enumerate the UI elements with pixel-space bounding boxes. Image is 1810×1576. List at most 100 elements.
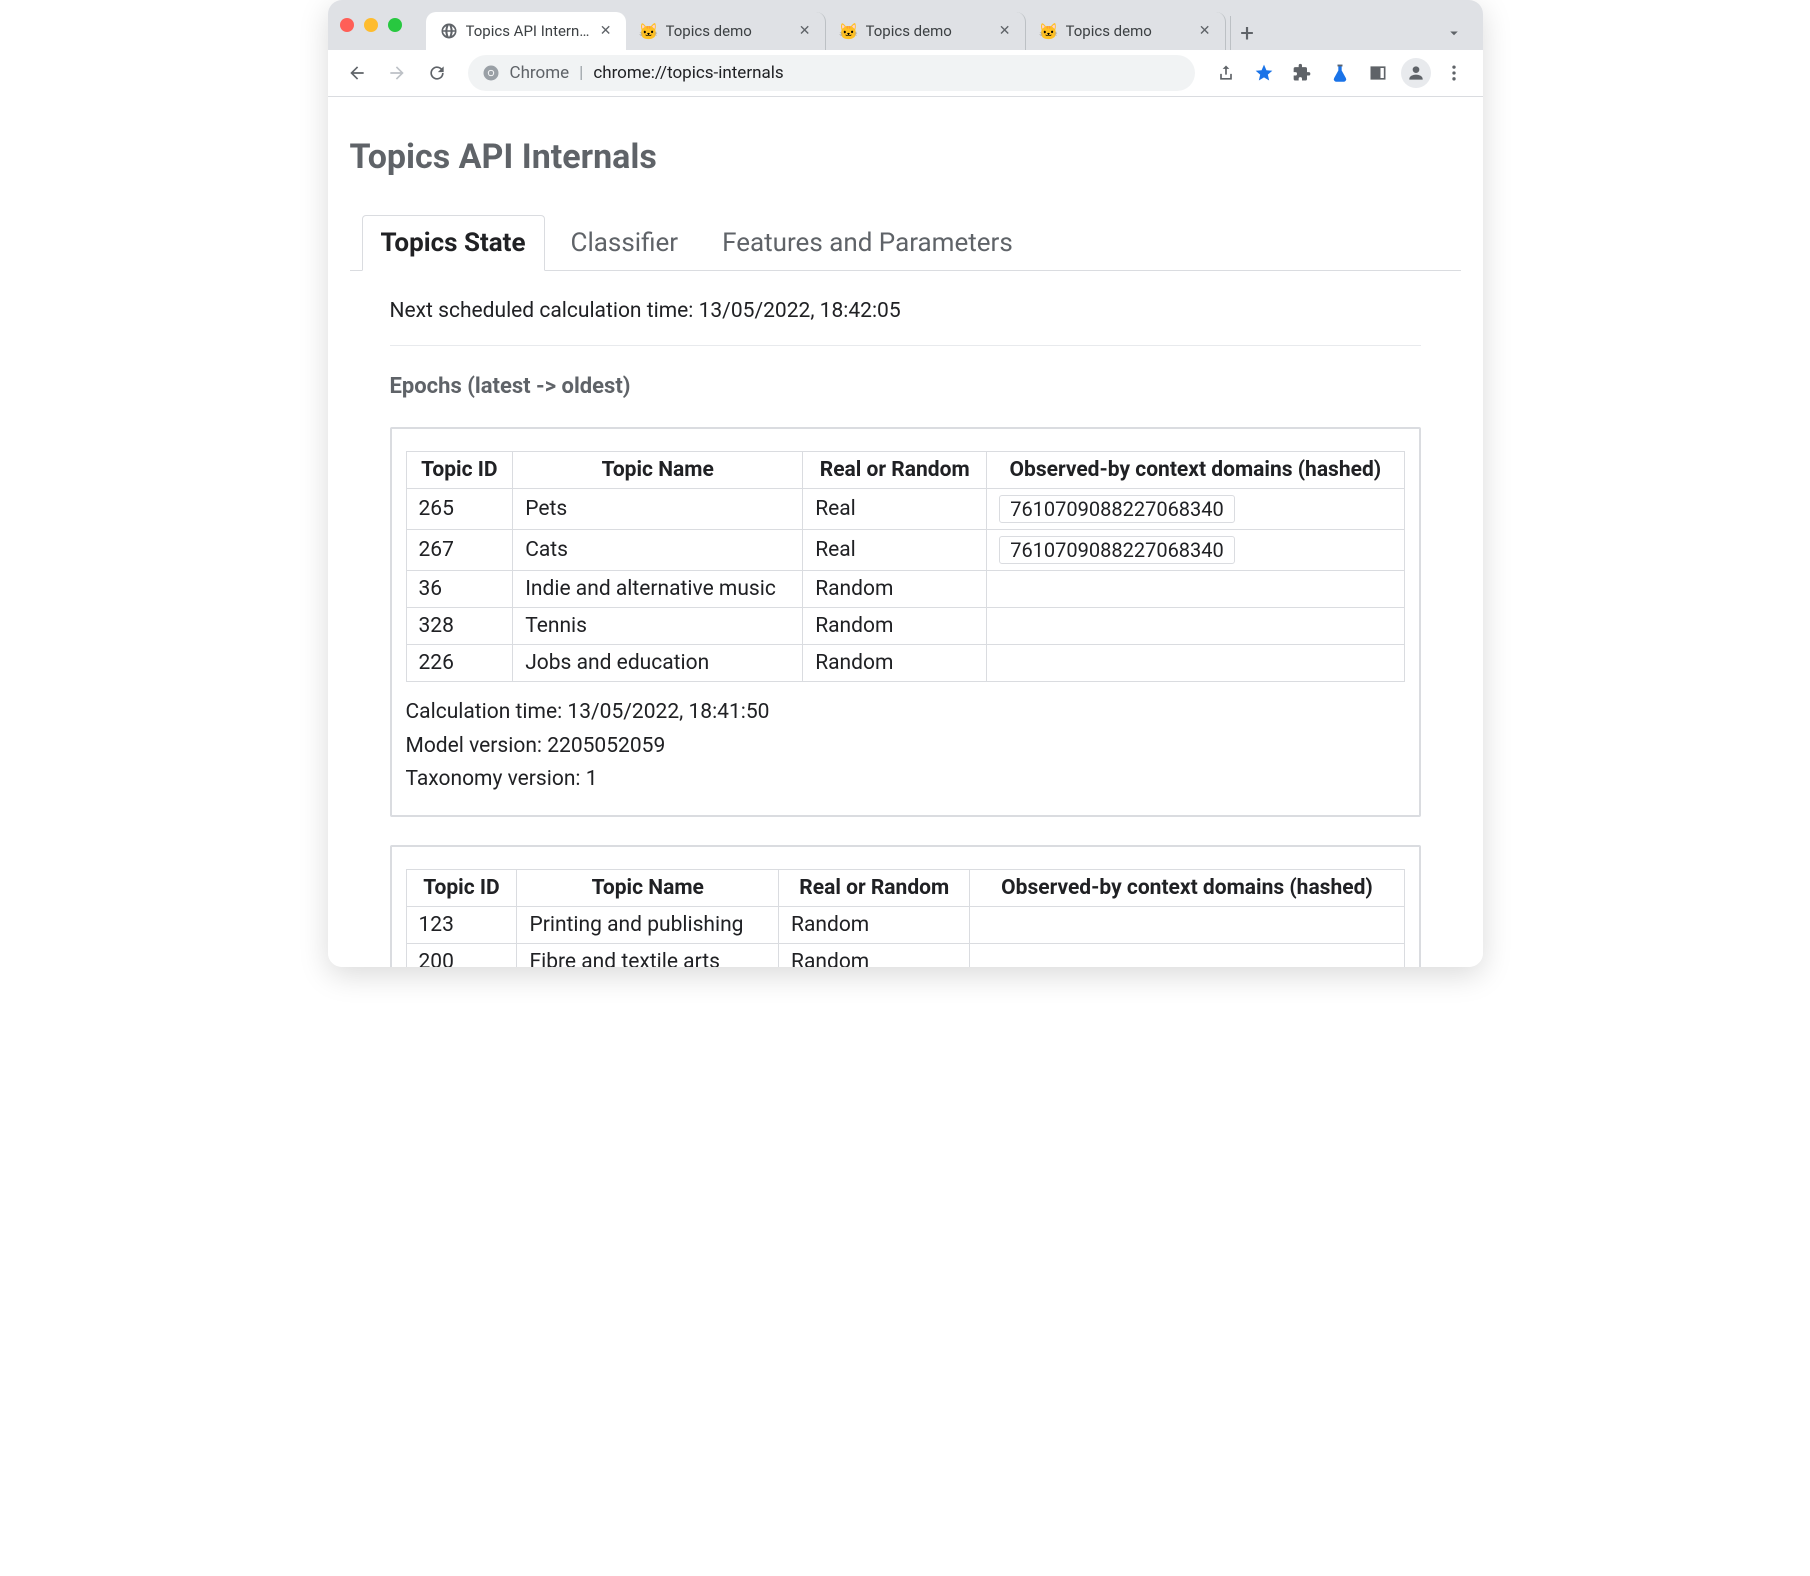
cell-topic-name: Pets [513,489,803,530]
address-prefix: Chrome [510,63,570,83]
taxonomy-version-value: 1 [586,767,598,791]
cell-topic-name: Jobs and education [513,645,803,682]
cat-icon: 🐱 [640,22,658,40]
cell-hash [987,608,1404,645]
address-url: chrome://topics-internals [593,63,783,83]
divider [390,345,1421,346]
tab-classifier[interactable]: Classifier [553,216,697,270]
table-row: 200 Fibre and textile arts Random [406,943,1404,967]
cell-topic-id: 226 [406,645,513,682]
col-real-random: Real or Random [803,452,987,489]
table-header-row: Topic ID Topic Name Real or Random Obser… [406,869,1404,906]
col-topic-id: Topic ID [406,452,513,489]
reload-button[interactable] [420,56,454,90]
bookmark-button[interactable] [1247,56,1281,90]
tab-title: Topics API Internals [466,22,592,40]
epoch-table: Topic ID Topic Name Real or Random Obser… [406,451,1405,682]
page-title: Topics API Internals [350,137,1461,177]
table-row: 226 Jobs and education Random [406,645,1404,682]
toolbar: Chrome | chrome://topics-internals [328,50,1483,97]
cell-hash: 7610709088227068340 [987,489,1404,530]
extensions-button[interactable] [1285,56,1319,90]
cell-hash [970,943,1404,967]
epoch-box: Topic ID Topic Name Real or Random Obser… [390,427,1421,817]
browser-tab[interactable]: 🐱 Topics demo ✕ [1026,12,1226,50]
cell-topic-name: Cats [513,530,803,571]
col-topic-name: Topic Name [513,452,803,489]
titlebar: Topics API Internals ✕ 🐱 Topics demo ✕ 🐱… [328,0,1483,50]
cell-topic-name: Tennis [513,608,803,645]
browser-window: Topics API Internals ✕ 🐱 Topics demo ✕ 🐱… [328,0,1483,967]
cat-icon: 🐱 [840,22,858,40]
cell-topic-id: 200 [406,943,517,967]
next-calc-value: 13/05/2022, 18:42:05 [699,299,901,323]
browser-tab[interactable]: 🐱 Topics demo ✕ [826,12,1026,50]
cell-real-random: Random [779,943,970,967]
close-tab-icon[interactable]: ✕ [600,23,612,39]
col-topic-name: Topic Name [517,869,779,906]
cell-topic-id: 267 [406,530,513,571]
table-row: 265 Pets Real 7610709088227068340 [406,489,1404,530]
tab-title: Topics demo [666,22,791,40]
share-button[interactable] [1209,56,1243,90]
col-topic-id: Topic ID [406,869,517,906]
toolbar-actions [1209,56,1471,90]
epoch-box: Topic ID Topic Name Real or Random Obser… [390,845,1421,967]
close-tab-icon[interactable]: ✕ [799,23,811,39]
cell-real-random: Random [779,906,970,943]
epoch-table: Topic ID Topic Name Real or Random Obser… [406,869,1405,967]
avatar-icon [1401,58,1431,88]
address-bar[interactable]: Chrome | chrome://topics-internals [468,55,1195,91]
tab-features-parameters[interactable]: Features and Parameters [704,216,1031,270]
cell-topic-name: Indie and alternative music [513,571,803,608]
col-observed-hash: Observed-by context domains (hashed) [970,869,1404,906]
cell-topic-name: Printing and publishing [517,906,779,943]
model-version-value: 2205052059 [547,734,665,758]
cell-real-random: Real [803,530,987,571]
epoch-meta: Calculation time: 13/05/2022, 18:41:50 M… [406,696,1405,797]
minimize-window-button[interactable] [364,18,378,32]
window-controls [340,18,402,32]
close-window-button[interactable] [340,18,354,32]
cell-real-random: Random [803,645,987,682]
table-row: 36 Indie and alternative music Random [406,571,1404,608]
browser-tab-active[interactable]: Topics API Internals ✕ [426,12,626,50]
tab-panel-topics-state: Next scheduled calculation time: 13/05/2… [350,271,1461,967]
cat-icon: 🐱 [1040,22,1058,40]
profile-button[interactable] [1399,56,1433,90]
cell-topic-id: 265 [406,489,513,530]
close-tab-icon[interactable]: ✕ [1199,23,1211,39]
cell-hash: 7610709088227068340 [987,530,1404,571]
model-version-label: Model version: [406,734,548,758]
page-content: Topics API Internals Topics State Classi… [328,97,1483,967]
next-calc-label: Next scheduled calculation time: [390,299,699,323]
hash-chip: 7610709088227068340 [999,536,1235,564]
browser-tab[interactable]: 🐱 Topics demo ✕ [626,12,826,50]
address-separator: | [579,63,583,83]
side-panel-button[interactable] [1361,56,1395,90]
col-real-random: Real or Random [779,869,970,906]
back-button[interactable] [340,56,374,90]
close-tab-icon[interactable]: ✕ [999,23,1011,39]
hash-chip: 7610709088227068340 [999,495,1235,523]
cell-topic-id: 36 [406,571,513,608]
taxonomy-version-label: Taxonomy version: [406,767,586,791]
labs-button[interactable] [1323,56,1357,90]
cell-hash [987,571,1404,608]
table-row: 267 Cats Real 7610709088227068340 [406,530,1404,571]
new-tab-button[interactable]: + [1230,16,1264,50]
maximize-window-button[interactable] [388,18,402,32]
cell-hash [987,645,1404,682]
tab-topics-state[interactable]: Topics State [362,215,545,271]
content-tabs: Topics State Classifier Features and Par… [350,215,1461,271]
forward-button[interactable] [380,56,414,90]
chrome-icon [482,64,500,82]
col-observed-hash: Observed-by context domains (hashed) [987,452,1404,489]
cell-topic-name: Fibre and textile arts [517,943,779,967]
tabs-dropdown-button[interactable] [1437,16,1471,50]
tab-title: Topics demo [866,22,991,40]
next-calc-line: Next scheduled calculation time: 13/05/2… [390,299,1421,323]
calc-time-value: 13/05/2022, 18:41:50 [567,700,769,724]
cell-real-random: Random [803,608,987,645]
menu-button[interactable] [1437,56,1471,90]
